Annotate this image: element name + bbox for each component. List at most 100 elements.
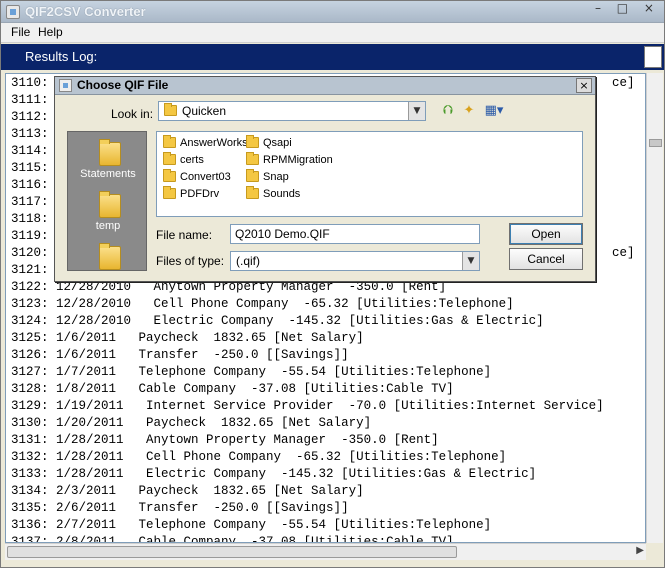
log-line: 3119: (11, 228, 49, 245)
log-line: 3126: 1/6/2011 Transfer -250.0 [[Savings… (11, 347, 349, 364)
log-line: 3137: 2/8/2011 Cable Company -37.08 [Uti… (11, 534, 454, 543)
log-line: 3117: (11, 194, 49, 211)
dialog-title: Choose QIF File (77, 78, 169, 92)
files-of-type-combo[interactable]: (.qif) ▼ (230, 251, 480, 271)
log-line: 3115: (11, 160, 49, 177)
log-line-text: 12/28/2010 Electric Company -145.32 [Uti… (48, 314, 544, 328)
folder-icon (164, 103, 177, 116)
file-name-label: File name: (156, 228, 213, 242)
log-line: 3136: 2/7/2011 Telephone Company -55.54 … (11, 517, 491, 534)
vertical-scroll-thumb[interactable] (649, 139, 662, 147)
log-line: 3112: (11, 109, 49, 126)
log-line-number: 3131: (11, 433, 49, 447)
view-menu-icon[interactable]: ▦▾ (483, 102, 505, 120)
app-icon (6, 5, 20, 19)
open-button[interactable]: Open (509, 223, 583, 245)
look-in-combo[interactable]: Quicken ▼ (158, 101, 426, 121)
folder-icon (97, 242, 121, 270)
main-window: QIF2CSV Converter – □ × File Help Result… (0, 0, 665, 568)
log-line: 3129: 1/19/2011 Internet Service Provide… (11, 398, 604, 415)
chevron-down-icon[interactable]: ▼ (408, 102, 425, 120)
log-line-text: 2/7/2011 Telephone Company -55.54 [Utili… (48, 518, 492, 532)
folder-icon (246, 186, 259, 199)
log-line-number: 3125: (11, 331, 49, 345)
log-line-number: 3127: (11, 365, 49, 379)
log-line-number: 3137: (11, 535, 49, 543)
menu-help[interactable]: Help (38, 25, 63, 39)
vertical-scrollbar[interactable] (646, 73, 663, 543)
places-bar: Statements temp (67, 131, 147, 271)
folder-icon (97, 138, 121, 166)
log-line-text: 1/19/2011 Internet Service Provider -70.… (48, 399, 604, 413)
horizontal-scrollbar[interactable]: ▶ (5, 543, 646, 560)
cancel-button[interactable]: Cancel (509, 248, 583, 270)
log-line: 3116: (11, 177, 49, 194)
log-line-number: 3126: (11, 348, 49, 362)
place-temp[interactable]: temp (68, 190, 146, 232)
log-line-text: 1/20/2011 Paycheck 1832.65 [Net Salary] (48, 416, 372, 430)
log-line-number: 3113: (11, 127, 49, 141)
log-line-number: 3129: (11, 399, 49, 413)
log-line: 3118: (11, 211, 49, 228)
up-folder-icon[interactable]: ⮉ (439, 102, 457, 120)
files-of-type-value: (.qif) (236, 254, 260, 268)
file-list[interactable]: AnswerWorks certs Convert03 PDFDrv Qsapi… (156, 131, 583, 217)
title-bar[interactable]: QIF2CSV Converter – □ × (1, 1, 664, 23)
log-line-number: 3118: (11, 212, 49, 226)
log-line: 3130: 1/20/2011 Paycheck 1832.65 [Net Sa… (11, 415, 371, 432)
log-line-number: 3111: (11, 93, 49, 107)
menu-file[interactable]: File (11, 25, 30, 39)
file-name: AnswerWorks (180, 137, 248, 149)
file-name: Qsapi (263, 137, 292, 149)
place-statements[interactable]: Statements (68, 138, 146, 180)
scroll-right-icon[interactable]: ▶ (636, 545, 644, 556)
log-line: 3111: (11, 92, 49, 109)
results-header: Results Log: (1, 44, 664, 70)
log-line-number: 3128: (11, 382, 49, 396)
log-line-number: 3115: (11, 161, 49, 175)
log-line-text: 2/6/2011 Transfer -250.0 [[Savings]] (48, 501, 349, 515)
log-fragment: ce] (612, 246, 635, 260)
results-header-box (644, 46, 662, 68)
look-in-label: Look in: (111, 107, 154, 121)
file-name: Convert03 (180, 171, 231, 183)
chevron-down-icon[interactable]: ▼ (462, 252, 479, 270)
new-folder-icon[interactable]: ✦ (460, 102, 478, 120)
folder-icon (163, 169, 176, 182)
log-line-text: 2/8/2011 Cable Company -37.08 [Utilities… (48, 535, 454, 543)
dialog-title-bar[interactable]: Choose QIF File × (55, 77, 595, 95)
place-folder[interactable] (68, 242, 146, 270)
log-line: 3123: 12/28/2010 Cell Phone Company -65.… (11, 296, 514, 313)
folder-icon (246, 152, 259, 165)
file-name: Sounds (263, 188, 301, 200)
log-line-number: 3117: (11, 195, 49, 209)
file-name-input[interactable] (230, 224, 480, 244)
log-line: 3113: (11, 126, 49, 143)
window-title: QIF2CSV Converter (25, 4, 146, 19)
log-line-text: 12/28/2010 Cell Phone Company -65.32 [Ut… (48, 297, 514, 311)
log-line: 3125: 1/6/2011 Paycheck 1832.65 [Net Sal… (11, 330, 364, 347)
log-line-number: 3123: (11, 297, 49, 311)
folder-icon (97, 190, 121, 218)
log-line: 3134: 2/3/2011 Paycheck 1832.65 [Net Sal… (11, 483, 364, 500)
log-line-number: 3124: (11, 314, 49, 328)
log-line-number: 3112: (11, 110, 49, 124)
dialog-close-button[interactable]: × (576, 78, 592, 93)
window-controls[interactable]: – □ × (595, 1, 660, 15)
log-line-number: 3119: (11, 229, 49, 243)
log-line-number: 3110: (11, 76, 49, 90)
log-line-text: 12/28/2010 Anytown Property Manager -350… (48, 280, 447, 294)
file-name: RPMMigration (263, 154, 333, 166)
log-line: 3133: 1/28/2011 Electric Company -145.32… (11, 466, 536, 483)
log-line: 3121: (11, 262, 49, 279)
log-line-number: 3134: (11, 484, 49, 498)
log-line: 3128: 1/8/2011 Cable Company -37.08 [Uti… (11, 381, 454, 398)
file-name: certs (180, 154, 204, 166)
log-line: 3135: 2/6/2011 Transfer -250.0 [[Savings… (11, 500, 349, 517)
file-name: Snap (263, 171, 289, 183)
log-line-text: 1/8/2011 Cable Company -37.08 [Utilities… (48, 382, 454, 396)
choose-qif-dialog: Choose QIF File × Look in: Quicken ▼ ⮉ ✦… (54, 76, 596, 282)
log-line-number: 3130: (11, 416, 49, 430)
horizontal-scroll-thumb[interactable] (7, 546, 457, 558)
log-line-number: 3116: (11, 178, 49, 192)
